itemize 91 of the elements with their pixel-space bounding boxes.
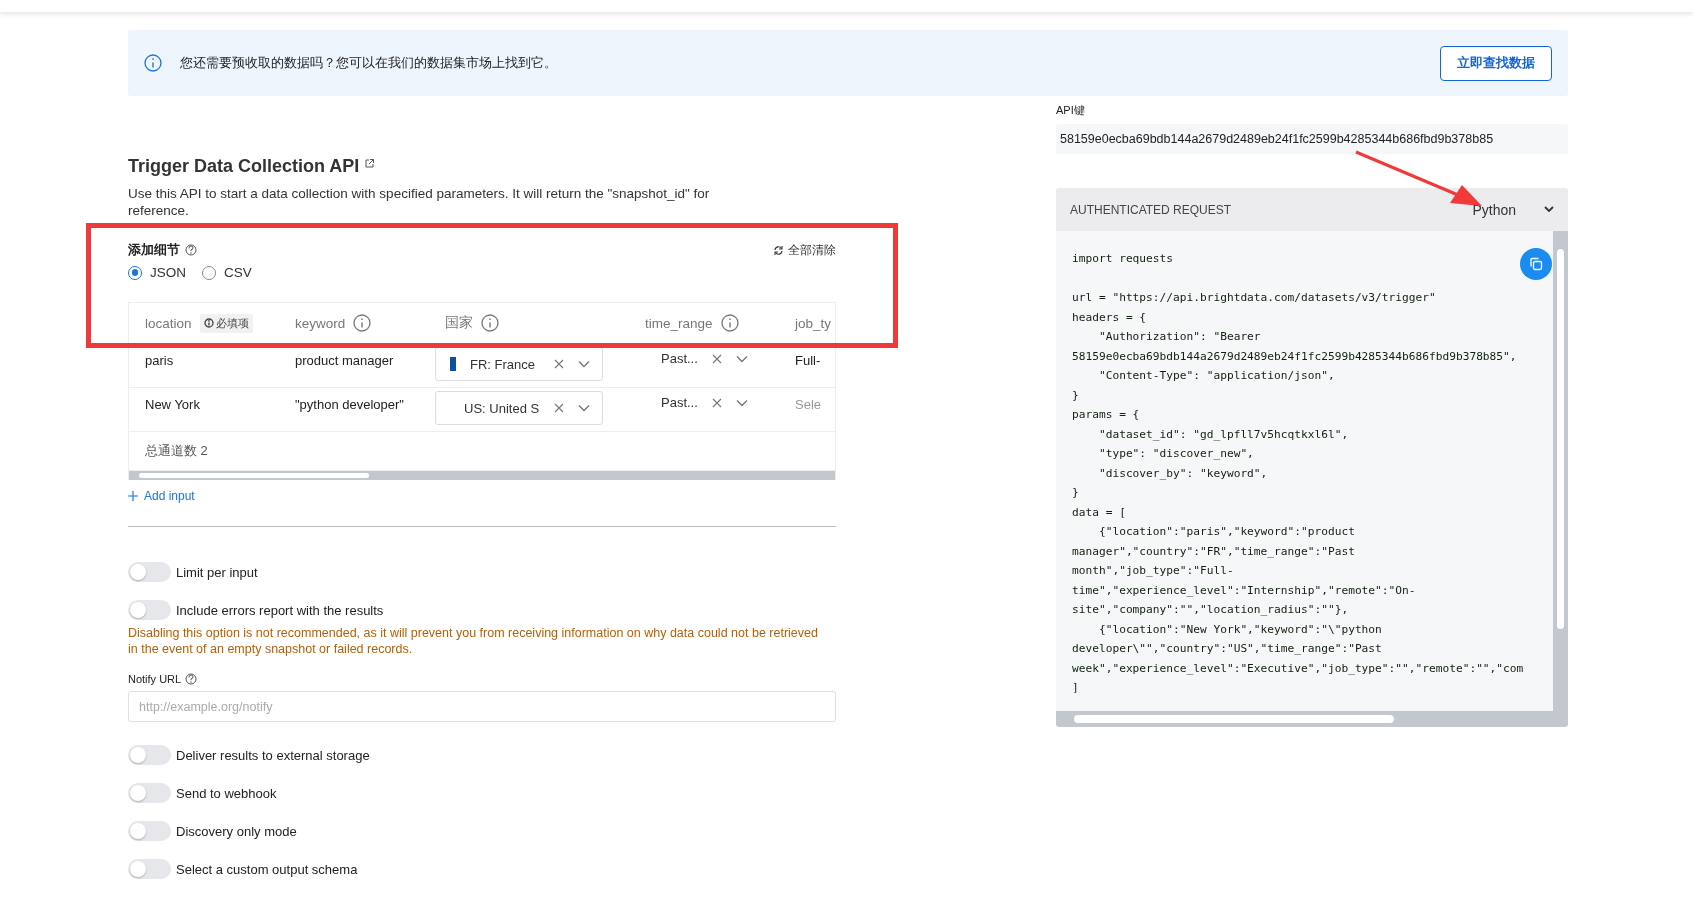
- clear-icon: [554, 359, 564, 369]
- info-icon: [353, 314, 372, 332]
- clear-icon: [554, 403, 564, 413]
- description-text: Use this API to start a data collection with specified parameters. It will return the "snapshot_id" for reference.: [128, 185, 711, 219]
- url-field[interactable]: http://example.org/notify: [128, 691, 836, 722]
- code-line: time","experience_level":"Internship","remote":"On-: [1072, 582, 1416, 599]
- help-icon: [185, 673, 198, 685]
- language-select[interactable]: Python: [1472, 201, 1554, 218]
- code-line: {"location":"paris","keyword":"product: [1097, 524, 1355, 540]
- column-header: 国家: [445, 314, 473, 332]
- toggle-switch[interactable]: [128, 562, 171, 582]
- code-line: month","job_type":"Full-: [1072, 563, 1234, 579]
- time-range-select[interactable]: Past...: [661, 351, 748, 366]
- code-line: manager","country":"FR","time_range":"Past: [1072, 543, 1355, 560]
- toggle-switch[interactable]: [128, 859, 171, 879]
- section-title: Trigger Data Collection API: [128, 156, 360, 177]
- details-title: 添加细节: [128, 241, 180, 259]
- scrollbar[interactable]: [1056, 711, 1568, 727]
- code-line: }: [1072, 387, 1079, 404]
- toggle-label: Include errors report with the results: [176, 602, 384, 618]
- format-radio[interactable]: JSON: [128, 265, 186, 280]
- chevron-down-icon: [1544, 206, 1554, 213]
- clear-all-button[interactable]: 全部清除: [773, 241, 836, 259]
- add-input-link[interactable]: Add input: [128, 489, 195, 503]
- code-line: "type": "discover_new",: [1097, 446, 1254, 462]
- country-select[interactable]: US: United S: [435, 391, 603, 425]
- clear-icon: [711, 353, 722, 364]
- code-line: url = "https://api.brightdata.com/datasets/v3/trigger": [1072, 290, 1436, 306]
- banner-text: 您还需要预收取的数据吗？您可以在我们的数据集市场上找到它。: [180, 54, 557, 72]
- column-header: keyword: [295, 315, 346, 331]
- toggle-switch[interactable]: [128, 783, 171, 803]
- toggle-switch[interactable]: [128, 821, 171, 841]
- row-count: 总通道数 2: [145, 442, 208, 460]
- refresh-icon: [773, 244, 784, 256]
- column-header: time_range: [645, 315, 713, 331]
- toggle-label: Limit per input: [176, 564, 258, 580]
- code-line: data = [: [1072, 504, 1126, 521]
- info-icon: [144, 54, 162, 72]
- toggle-switch[interactable]: [128, 745, 171, 765]
- code-line: {"location":"New York","keyword":"\"python: [1097, 621, 1382, 638]
- code-line: developer\"","country":"US","time_range":"Past: [1072, 641, 1382, 657]
- toggle-label: Send to webhook: [176, 785, 277, 801]
- chevron-down-icon: [578, 404, 590, 412]
- chevron-down-icon: [735, 398, 748, 407]
- code-line: "dataset_id": "gd_lpfll7v5hcqtkxl6l",: [1097, 426, 1349, 443]
- api-key-label: API键: [1056, 103, 1086, 118]
- copy-button[interactable]: [1520, 248, 1552, 280]
- country-select[interactable]: FR: France: [435, 347, 603, 381]
- help-icon: [185, 244, 197, 256]
- toggle-label: Discovery only mode: [176, 823, 297, 839]
- time-range-select[interactable]: Past...: [661, 395, 748, 410]
- table-cell: "python developer": [295, 397, 404, 412]
- column-header: location: [145, 315, 192, 331]
- column-header: job_ty: [795, 315, 832, 331]
- info-icon: [203, 318, 214, 328]
- field-label: Notify URL: [128, 673, 182, 685]
- info-icon: [720, 314, 739, 332]
- code-line: import requests: [1072, 251, 1174, 267]
- table-cell: product manager: [295, 353, 394, 368]
- table-cell: New York: [145, 397, 200, 412]
- clear-icon: [711, 397, 722, 408]
- code-line: params = {: [1072, 407, 1140, 423]
- table-cell: paris: [145, 353, 174, 368]
- toggle-label: Deliver results to external storage: [176, 747, 370, 763]
- chevron-down-icon: [735, 354, 748, 363]
- code-line: "Authorization": "Bearer: [1097, 329, 1261, 345]
- format-radio[interactable]: CSV: [202, 265, 252, 280]
- scrollbar[interactable]: [129, 471, 835, 480]
- chevron-down-icon: [578, 360, 590, 368]
- code-line: }: [1072, 485, 1079, 501]
- panel-title: AUTHENTICATED REQUEST: [1070, 202, 1232, 217]
- plus-icon: [128, 491, 138, 501]
- code-line: site","company":"","location_radius":""},: [1072, 602, 1349, 618]
- code-line: week","experience_level":"Executive","job_type":"","remote":"","com: [1072, 660, 1524, 677]
- toggle-switch[interactable]: [128, 600, 171, 620]
- required-badge: 必填项: [199, 313, 253, 333]
- table-cell: Sele: [795, 397, 822, 412]
- copy-icon: [1529, 257, 1543, 271]
- external-link-icon: [364, 158, 376, 169]
- code-line: 58159e0ecba69bdb144a2679d2489eb24f1fc2599b4285344b686fbd9b378b85",: [1072, 348, 1517, 365]
- toggle-label: Select a custom output schema: [176, 861, 358, 877]
- info-icon: [481, 314, 499, 332]
- table-cell: Full-: [795, 353, 821, 368]
- find-data-button[interactable]: 立即查找数据: [1440, 45, 1552, 81]
- code-line: ]: [1072, 680, 1079, 696]
- warning-text: Disabling this option is not recommended, as it will prevent you from receiving information on why data could not be retrieved in the event of an empty snapshot or failed records.: [128, 625, 818, 657]
- scrollbar[interactable]: [1553, 231, 1568, 711]
- code-line: headers = {: [1072, 309, 1147, 326]
- code-line: "Content-Type": "application/json",: [1097, 368, 1335, 384]
- code-line: "discover_by": "keyword",: [1097, 465, 1268, 482]
- api-key-field: 58159e0ecba69bdb144a2679d2489eb24f1fc2599b4285344b686fbd9b378b85: [1056, 124, 1568, 154]
